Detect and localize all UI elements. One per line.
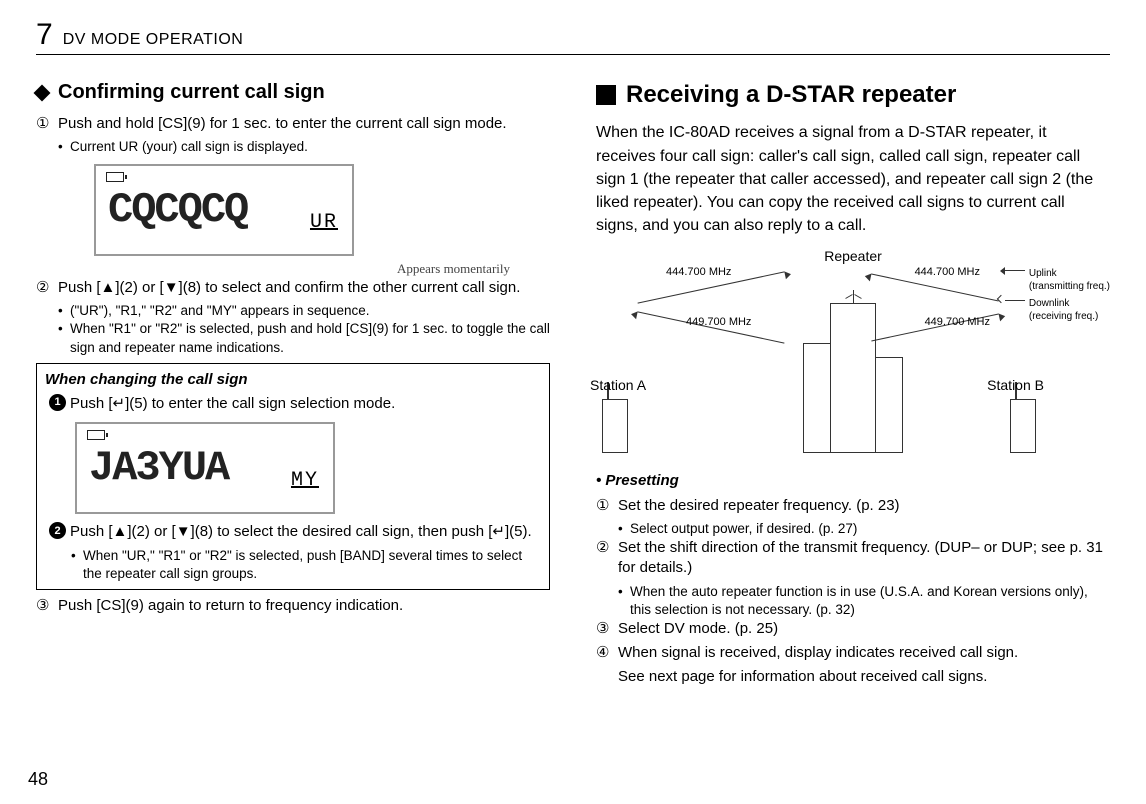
preset-2-bullet-text: When the auto repeater function is in us…	[630, 583, 1110, 619]
legend-uplink-text: Uplink (transmitting freq.)	[1029, 267, 1110, 293]
left-section-heading: Conﬁrming current call sign	[36, 79, 550, 106]
chapter-number: 7	[36, 18, 53, 52]
downlink-left-freq: 449.700 MHz	[686, 315, 751, 330]
preset-1-text: Set the desired repeater frequency. (p. …	[618, 496, 1110, 516]
box-step-2-text: Push [▲](2) or [▼](8) to select the desi…	[70, 522, 541, 542]
preset-3-number: ③	[596, 619, 618, 639]
downlink-right-freq: 449.700 MHz	[925, 315, 990, 330]
preset-step-3: ③ Select DV mode. (p. 25)	[596, 619, 1110, 639]
antenna-icon	[853, 290, 854, 304]
change-callsign-box: When changing the call sign 1 Push [↵](5…	[36, 363, 550, 590]
station-b-label: Station B	[987, 376, 1044, 395]
box-step-2: 2 Push [▲](2) or [▼](8) to select the de…	[49, 522, 541, 542]
box-bullet-text: When "UR," "R1" or "R2" is selected, pus…	[83, 547, 541, 583]
lcd-2-main: JA3YUA	[89, 440, 228, 497]
lcd-display-2: JA3YUA MY	[75, 422, 335, 514]
box-bullet: • When "UR," "R1" or "R2" is selected, p…	[71, 547, 541, 583]
two-column-layout: Conﬁrming current call sign ① Push and h…	[36, 79, 1110, 688]
step-3-number: ③	[36, 596, 58, 616]
radio-a-icon	[602, 399, 628, 453]
right-section-title: Receiving a D-STAR repeater	[626, 79, 956, 111]
right-column: Receiving a D-STAR repeater When the IC-…	[596, 79, 1110, 688]
uplink-right-freq: 444.700 MHz	[915, 265, 980, 280]
square-icon	[596, 85, 616, 105]
uplink-left-freq: 444.700 MHz	[666, 265, 731, 280]
step-3: ③ Push [CS](9) again to return to freque…	[36, 596, 550, 616]
step-1: ① Push and hold [CS](9) for 1 sec. to en…	[36, 114, 550, 134]
presetting-heading: • Presetting	[596, 471, 1110, 491]
diamond-icon	[34, 84, 51, 101]
right-section-heading: Receiving a D-STAR repeater	[596, 79, 1110, 111]
step-1-bullet: • Current UR (your) call sign is display…	[58, 138, 550, 156]
step-2-text: Push [▲](2) or [▼](8) to select and conﬁ…	[58, 278, 550, 298]
preset-4-text: When signal is received, display indicat…	[618, 643, 1110, 663]
bullet-dot: •	[58, 302, 70, 320]
lcd-2-indicator: MY	[291, 467, 319, 494]
hollow-arrow-icon	[1005, 300, 1025, 308]
box-title: When changing the call sign	[45, 370, 541, 390]
step-2-bullet-2: • When "R1" or "R2" is selected, push an…	[58, 320, 550, 356]
radio-b-icon	[1010, 399, 1036, 453]
repeater-diagram: Repeater Station A Station B 444.700 MHz	[596, 247, 1110, 457]
repeater-label: Repeater	[824, 247, 882, 266]
lcd-1-annotation: Appears momentarily	[36, 260, 510, 278]
building-icon	[803, 303, 903, 453]
step-2-bullet-1-text: ("UR"), "R1," "R2" and "MY" appears in s…	[70, 302, 369, 320]
preset-4-number: ④	[596, 643, 618, 663]
intro-paragraph: When the IC-80AD receives a signal from …	[596, 121, 1110, 237]
step-1-bullet-text: Current UR (your) call sign is displayed…	[70, 138, 308, 156]
lcd-1-main: CQCQCQ	[108, 182, 247, 239]
preset-1-number: ①	[596, 496, 618, 516]
bullet-dot: •	[58, 138, 70, 156]
preset-1-bullet-text: Select output power, if desired. (p. 27)	[630, 520, 857, 538]
box-step-1: 1 Push [↵](5) to enter the call sign sel…	[49, 394, 541, 414]
preset-step-4: ④ When signal is received, display indic…	[596, 643, 1110, 663]
lcd-1-indicator: UR	[310, 209, 338, 236]
circle-1-icon: 1	[49, 394, 66, 411]
preset-4-continuation: See next page for information about rece…	[618, 667, 1110, 687]
station-a-label: Station A	[590, 376, 646, 395]
bullet-dot: •	[618, 520, 630, 538]
diagram-legend: Uplink (transmitting freq.) Downlink (re…	[1005, 267, 1110, 327]
preset-step-1: ① Set the desired repeater frequency. (p…	[596, 496, 1110, 516]
step-2-number: ②	[36, 278, 58, 298]
page: 7 DV MODE OPERATION Conﬁrming current ca…	[0, 0, 1146, 804]
preset-2-number: ②	[596, 538, 618, 579]
chapter-title: DV MODE OPERATION	[63, 31, 244, 49]
battery-icon	[106, 172, 124, 182]
legend-uplink: Uplink (transmitting freq.)	[1005, 267, 1110, 293]
circle-2-icon: 2	[49, 522, 66, 539]
step-2-bullet-2-text: When "R1" or "R2" is selected, push and …	[70, 320, 550, 356]
battery-icon	[87, 430, 105, 440]
preset-2-bullet: • When the auto repeater function is in …	[618, 583, 1110, 619]
step-3-text: Push [CS](9) again to return to frequenc…	[58, 596, 550, 616]
solid-arrow-icon	[1005, 270, 1025, 278]
legend-downlink-text: Downlink (receiving freq.)	[1029, 297, 1098, 323]
page-number: 48	[28, 769, 48, 790]
step-2: ② Push [▲](2) or [▼](8) to select and co…	[36, 278, 550, 298]
lcd-display-1: CQCQCQ UR	[94, 164, 354, 256]
left-section-title: Conﬁrming current call sign	[58, 79, 325, 106]
step-1-text: Push and hold [CS](9) for 1 sec. to ente…	[58, 114, 550, 134]
preset-step-2: ② Set the shift direction of the transmi…	[596, 538, 1110, 579]
bullet-dot: •	[618, 583, 630, 619]
box-step-1-text: Push [↵](5) to enter the call sign selec…	[70, 394, 541, 414]
bullet-dot: •	[71, 547, 83, 583]
step-1-number: ①	[36, 114, 58, 134]
left-column: Conﬁrming current call sign ① Push and h…	[36, 79, 550, 688]
preset-2-text: Set the shift direction of the transmit …	[618, 538, 1110, 579]
bullet-dot: •	[58, 320, 70, 356]
page-header: 7 DV MODE OPERATION	[36, 18, 1110, 55]
preset-1-bullet: • Select output power, if desired. (p. 2…	[618, 520, 1110, 538]
step-2-bullet-1: • ("UR"), "R1," "R2" and "MY" appears in…	[58, 302, 550, 320]
preset-3-text: Select DV mode. (p. 25)	[618, 619, 1110, 639]
legend-downlink: Downlink (receiving freq.)	[1005, 297, 1110, 323]
